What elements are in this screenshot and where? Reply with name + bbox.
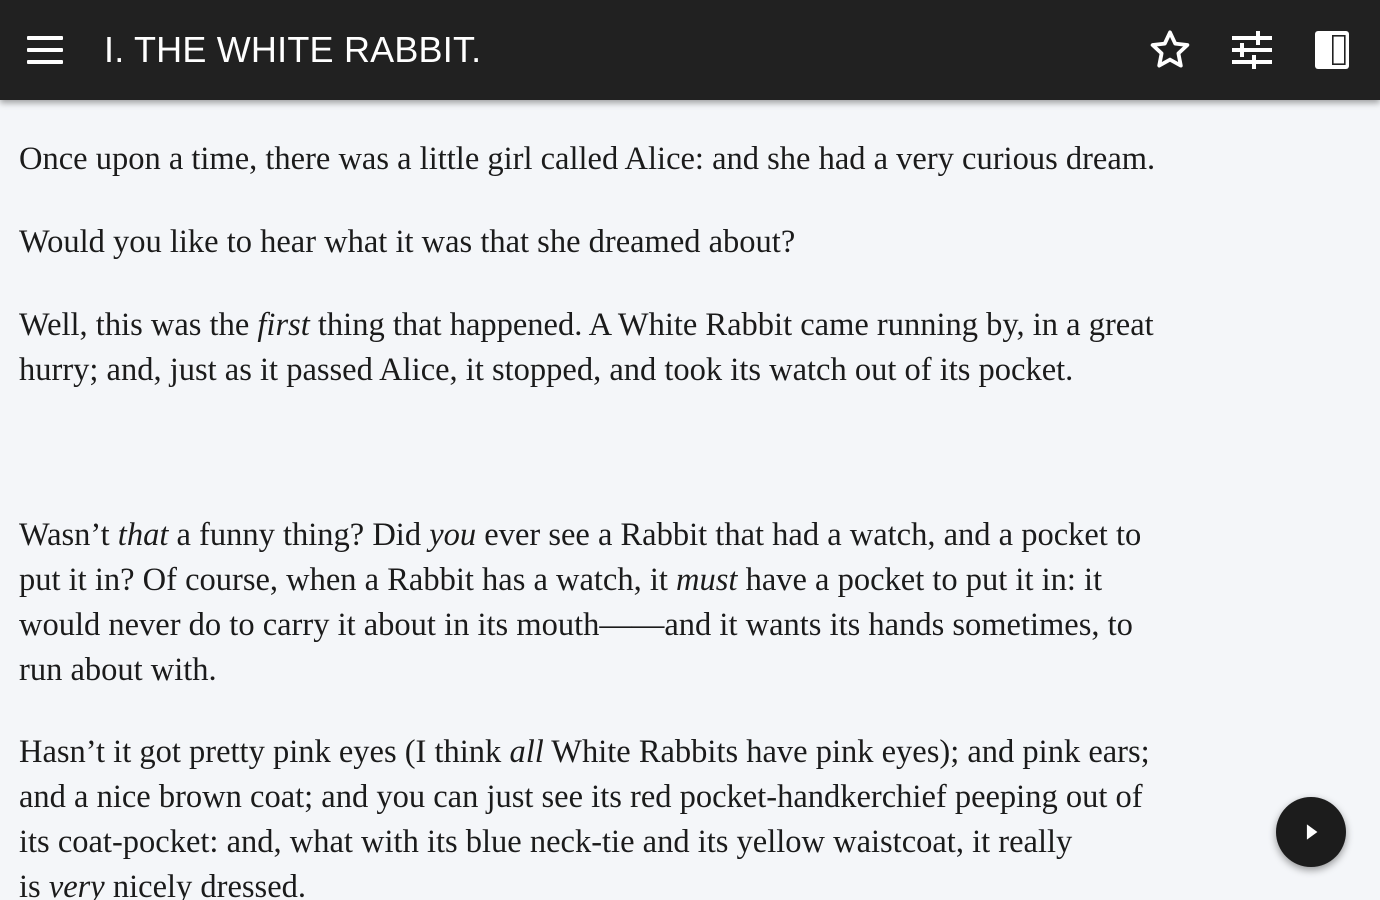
play-button[interactable] bbox=[1276, 797, 1346, 867]
text-run: nicely dressed. bbox=[104, 869, 307, 900]
text-line: Would you like to hear what it was that … bbox=[19, 224, 796, 260]
text-line: and a nice brown coat; and you can just … bbox=[19, 779, 1143, 815]
emphasis-text: all bbox=[509, 734, 544, 770]
chapter-text: Once upon a time, there was a little gir… bbox=[0, 100, 1380, 900]
paragraph-3: Well, this was the first thing that happ… bbox=[19, 303, 1349, 393]
text-line: Well, this was the first thing that happ… bbox=[19, 303, 1349, 348]
emphasis-text: you bbox=[429, 517, 477, 553]
text-run: is bbox=[19, 869, 49, 900]
text-line: Hasn’t it got pretty pink eyes (I think … bbox=[19, 730, 1349, 775]
play-arrow-icon bbox=[1306, 824, 1318, 840]
emphasis-text: very bbox=[48, 869, 105, 900]
text-line: Wasn’t that a funny thing? Did you ever … bbox=[19, 513, 1349, 558]
menu-icon[interactable] bbox=[18, 26, 70, 74]
text-line: would never do to carry it about in its … bbox=[19, 607, 1133, 643]
text-line: run about with. bbox=[19, 652, 217, 688]
text-line: Once upon a time, there was a little gir… bbox=[19, 141, 1156, 177]
text-run: Wasn’t bbox=[19, 517, 118, 553]
text-run: ever see a Rabbit that had a watch, and … bbox=[476, 517, 1142, 553]
top-app-bar: I. THE WHITE RABBIT. bbox=[0, 0, 1380, 100]
emphasis-text: first bbox=[257, 307, 310, 343]
text-run: thing that happened. A White Rabbit came… bbox=[309, 307, 1154, 343]
paragraph-5: Hasn’t it got pretty pink eyes (I think … bbox=[19, 730, 1349, 900]
text-line: hurry; and, just as it passed Alice, it … bbox=[19, 352, 1074, 388]
text-run: a funny thing? Did bbox=[168, 517, 430, 553]
chapter-title: I. THE WHITE RABBIT. bbox=[104, 29, 482, 70]
text-run: put it in? Of course, when a Rabbit has … bbox=[19, 562, 677, 598]
star-outline-icon[interactable] bbox=[1146, 26, 1194, 74]
tune-sliders-icon[interactable] bbox=[1228, 26, 1276, 74]
paragraph-2: Would you like to hear what it was that … bbox=[19, 220, 1349, 265]
text-line: is very nicely dressed. bbox=[19, 865, 1349, 900]
paragraph-4: Wasn’t that a funny thing? Did you ever … bbox=[19, 513, 1349, 693]
book-icon[interactable] bbox=[1308, 26, 1356, 74]
text-run: Well, this was the bbox=[19, 307, 258, 343]
text-run: White Rabbits have pink eyes); and pink … bbox=[543, 734, 1150, 770]
text-run: have a pocket to put it in: it bbox=[737, 562, 1103, 598]
emphasis-text: that bbox=[117, 517, 169, 553]
reader-app: I. THE WHITE RABBIT. Once upon a time, t… bbox=[0, 0, 1380, 900]
emphasis-text: must bbox=[676, 562, 738, 598]
text-run: Hasn’t it got pretty pink eyes (I think bbox=[19, 734, 510, 770]
text-line: put it in? Of course, when a Rabbit has … bbox=[19, 558, 1349, 603]
paragraph-1: Once upon a time, there was a little gir… bbox=[19, 137, 1349, 182]
text-line: its coat-pocket: and, what with its blue… bbox=[19, 824, 1073, 860]
